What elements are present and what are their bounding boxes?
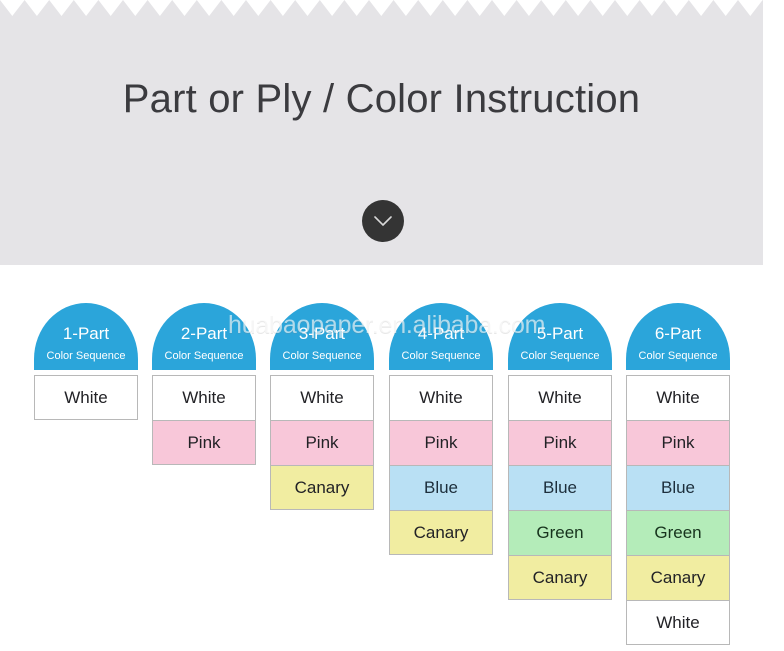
chevron-down-icon	[374, 216, 392, 226]
color-cell: White	[152, 375, 256, 420]
column-cells-3: White Pink Canary	[270, 375, 374, 510]
color-cell: Pink	[270, 420, 374, 465]
column-cells-4: White Pink Blue Canary	[389, 375, 493, 555]
color-cell: White	[34, 375, 138, 420]
color-cell: White	[270, 375, 374, 420]
column-title: 5-Part	[536, 324, 584, 343]
column-subtitle: Color Sequence	[164, 350, 244, 362]
scroll-down-button[interactable]	[362, 200, 404, 242]
column-cells-1: White	[34, 375, 138, 420]
column-subtitle: Color Sequence	[520, 350, 600, 362]
color-cell: Canary	[270, 465, 374, 510]
hero-inner: Part or Ply / Color Instruction	[0, 0, 763, 265]
color-cell: White	[389, 375, 493, 420]
color-cell: Blue	[508, 465, 612, 510]
column-header-6: 6-Part Color Sequence	[626, 303, 730, 370]
color-cell: Canary	[508, 555, 612, 600]
color-cell: Pink	[152, 420, 256, 465]
column-header-3: 3-Part Color Sequence	[270, 303, 374, 370]
color-cell: White	[626, 375, 730, 420]
column-title: 1-Part	[62, 324, 110, 343]
column-cells-6: White Pink Blue Green Canary White	[626, 375, 730, 645]
color-cell: Pink	[626, 420, 730, 465]
column-subtitle: Color Sequence	[282, 350, 362, 362]
column-subtitle: Color Sequence	[46, 350, 126, 362]
part-column-3: 3-Part Color Sequence White Pink Canary	[270, 303, 374, 510]
color-sequence-grid: 1-Part Color Sequence White 2-Part Color…	[0, 265, 784, 651]
color-cell: Pink	[389, 420, 493, 465]
part-column-1: 1-Part Color Sequence White	[34, 303, 138, 420]
column-subtitle: Color Sequence	[638, 350, 718, 362]
hero-banner: Part or Ply / Color Instruction	[0, 0, 763, 265]
color-cell: Blue	[389, 465, 493, 510]
column-title: 6-Part	[654, 324, 702, 343]
column-cells-5: White Pink Blue Green Canary	[508, 375, 612, 600]
part-column-6: 6-Part Color Sequence White Pink Blue Green…	[626, 303, 730, 645]
column-title: 3-Part	[298, 324, 346, 343]
color-cell: Canary	[389, 510, 493, 555]
color-cell: Green	[508, 510, 612, 555]
column-header-5: 5-Part Color Sequence	[508, 303, 612, 370]
column-header-1: 1-Part Color Sequence	[34, 303, 138, 370]
column-subtitle: Color Sequence	[401, 350, 481, 362]
color-cell: White	[626, 600, 730, 645]
part-column-5: 5-Part Color Sequence White Pink Blue Green…	[508, 303, 612, 600]
part-column-4: 4-Part Color Sequence White Pink Blue Canar…	[389, 303, 493, 555]
zigzag-edge-decoration	[0, 0, 763, 16]
column-cells-2: White Pink	[152, 375, 256, 465]
color-cell: Green	[626, 510, 730, 555]
color-cell: Pink	[508, 420, 612, 465]
column-header-4: 4-Part Color Sequence	[389, 303, 493, 370]
part-column-2: 2-Part Color Sequence White Pink	[152, 303, 256, 465]
color-cell: Canary	[626, 555, 730, 600]
color-cell: White	[508, 375, 612, 420]
column-title: 2-Part	[180, 324, 228, 343]
color-cell: Blue	[626, 465, 730, 510]
column-title: 4-Part	[417, 324, 465, 343]
page-title: Part or Ply / Color Instruction	[122, 77, 641, 121]
column-header-2: 2-Part Color Sequence	[152, 303, 256, 370]
